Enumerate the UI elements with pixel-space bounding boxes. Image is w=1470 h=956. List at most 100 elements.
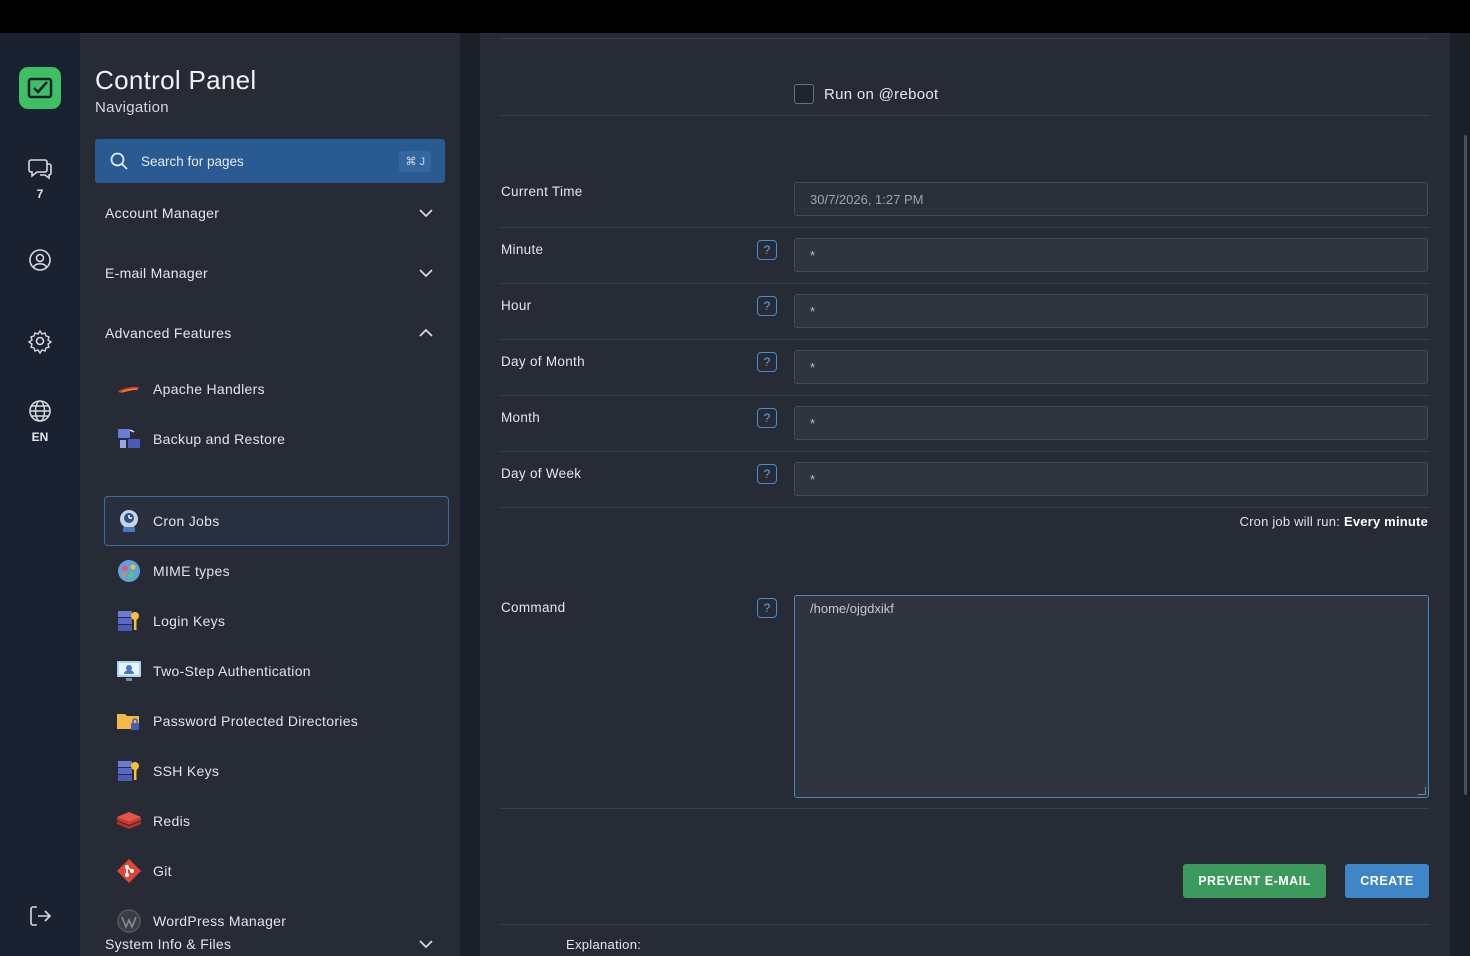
redis-icon — [115, 807, 143, 835]
folder-lock-icon — [115, 707, 143, 735]
current-time-field: 30/7/2026, 1:27 PM — [794, 182, 1428, 216]
day-of-month-value: * — [810, 359, 816, 375]
day-of-week-help-icon[interactable]: ? — [757, 464, 777, 484]
month-value: * — [810, 415, 816, 431]
section-email-manager[interactable]: E-mail Manager — [105, 258, 435, 288]
hour-input[interactable]: * — [794, 294, 1428, 328]
top-bar — [0, 0, 1470, 33]
chevron-down-icon — [419, 940, 433, 949]
sidebar-item-two-step-authentication[interactable]: Two-Step Authentication — [105, 646, 450, 696]
nav-label: Login Keys — [153, 613, 226, 629]
sidebar-item-cron-jobs[interactable]: Cron Jobs — [104, 496, 449, 546]
resize-handle-icon[interactable] — [1418, 787, 1426, 795]
divider — [501, 808, 1429, 809]
hour-help-icon[interactable]: ? — [757, 296, 777, 316]
nav-label: Apache Handlers — [153, 381, 265, 397]
reboot-option[interactable]: Run on @reboot — [794, 84, 939, 104]
search-icon — [110, 152, 128, 170]
nav-label: MIME types — [153, 563, 230, 579]
sidebar-item-password-protected-directories[interactable]: Password Protected Directories — [105, 696, 450, 746]
sidebar-item-backup-and-restore[interactable]: Backup and Restore — [105, 414, 450, 464]
sidebar-item-login-keys[interactable]: Login Keys — [105, 596, 450, 646]
divider — [501, 924, 1429, 925]
minute-input[interactable]: * — [794, 238, 1428, 272]
section-label: System Info & Files — [105, 936, 232, 952]
section-system-info-files[interactable]: System Info & Files — [105, 929, 435, 956]
day-of-week-input[interactable]: * — [794, 462, 1428, 496]
logo-icon — [27, 77, 53, 99]
profile-button[interactable] — [0, 247, 80, 273]
day-of-month-input[interactable]: * — [794, 350, 1428, 384]
minute-help-icon[interactable]: ? — [757, 240, 777, 260]
sidebar-item-apache-handlers[interactable]: Apache Handlers — [105, 364, 450, 414]
command-textarea[interactable]: /home/ojgdxikf — [794, 595, 1429, 798]
sidebar-title: Control Panel — [95, 65, 257, 95]
divider — [501, 38, 1429, 39]
sidebar-item-redis[interactable]: Redis — [105, 796, 450, 846]
divider — [501, 227, 1429, 228]
current-time-value: 30/7/2026, 1:27 PM — [810, 191, 924, 207]
month-help-icon[interactable]: ? — [757, 408, 777, 428]
command-value: /home/ojgdxikf — [810, 601, 894, 616]
schedule-summary: Cron job will run: Every minute — [1240, 514, 1428, 529]
divider — [501, 451, 1429, 452]
reboot-checkbox[interactable] — [794, 84, 814, 104]
sidebar-item-mime-types[interactable]: MIME types — [105, 546, 450, 596]
logout-button[interactable] — [0, 903, 80, 929]
reboot-label: Run on @reboot — [824, 85, 939, 103]
nav-label: WordPress Manager — [153, 913, 287, 929]
user-icon — [29, 249, 51, 271]
command-help-icon[interactable]: ? — [757, 598, 777, 618]
section-label: Advanced Features — [105, 325, 232, 341]
nav-label: Git — [153, 863, 172, 879]
mime-icon — [115, 557, 143, 585]
day-of-week-value: * — [810, 471, 816, 487]
search-pages-input[interactable]: Search for pages ⌘ J — [95, 139, 445, 183]
hour-label: Hour — [501, 298, 532, 313]
sidebar: Control Panel Navigation Search for page… — [80, 33, 460, 956]
prevent-email-button[interactable]: PREVENT E-MAIL — [1183, 864, 1326, 898]
create-button[interactable]: CREATE — [1345, 864, 1429, 898]
section-account-manager[interactable]: Account Manager — [105, 198, 435, 228]
section-label: E-mail Manager — [105, 265, 209, 281]
chat-icon — [28, 159, 52, 180]
divider — [501, 507, 1429, 508]
sidebar-subtitle: Navigation — [95, 99, 169, 116]
nav-label: SSH Keys — [153, 763, 220, 779]
nav-label: Redis — [153, 813, 191, 829]
command-label: Command — [501, 600, 566, 615]
ssh-keys-icon — [115, 757, 143, 785]
backup-icon — [115, 425, 143, 453]
settings-button[interactable] — [0, 328, 80, 354]
sidebar-item-git[interactable]: Git — [105, 846, 450, 896]
schedule-summary-prefix: Cron job will run: — [1239, 514, 1340, 529]
month-input[interactable]: * — [794, 406, 1428, 440]
messages-count: 7 — [36, 187, 44, 201]
divider — [501, 395, 1429, 396]
minute-label: Minute — [501, 242, 544, 257]
search-placeholder: Search for pages — [141, 153, 244, 169]
section-label: Account Manager — [105, 205, 220, 221]
day-of-week-label: Day of Week — [501, 466, 582, 481]
sidebar-item-ssh-keys[interactable]: SSH Keys — [105, 746, 450, 796]
scrollbar[interactable] — [1464, 135, 1467, 795]
hour-value: * — [810, 303, 816, 319]
globe-icon — [29, 400, 51, 422]
chevron-up-icon — [419, 328, 433, 337]
gear-icon — [27, 329, 53, 354]
divider — [501, 283, 1429, 284]
two-step-icon — [115, 657, 143, 685]
minute-value: * — [810, 247, 816, 263]
day-of-month-help-icon[interactable]: ? — [757, 352, 777, 372]
nav-label: Cron Jobs — [153, 513, 220, 529]
nav-label: Password Protected Directories — [153, 713, 359, 729]
language-code: EN — [31, 430, 49, 444]
language-button[interactable]: EN — [0, 398, 80, 444]
section-advanced-features[interactable]: Advanced Features — [105, 318, 435, 348]
chevron-down-icon — [419, 269, 433, 278]
messages-button[interactable]: 7 — [0, 155, 80, 201]
explanation-label: Explanation: — [566, 937, 642, 952]
day-of-month-label: Day of Month — [501, 354, 585, 369]
nav-label: Backup and Restore — [153, 431, 286, 447]
app-logo[interactable] — [19, 67, 61, 109]
